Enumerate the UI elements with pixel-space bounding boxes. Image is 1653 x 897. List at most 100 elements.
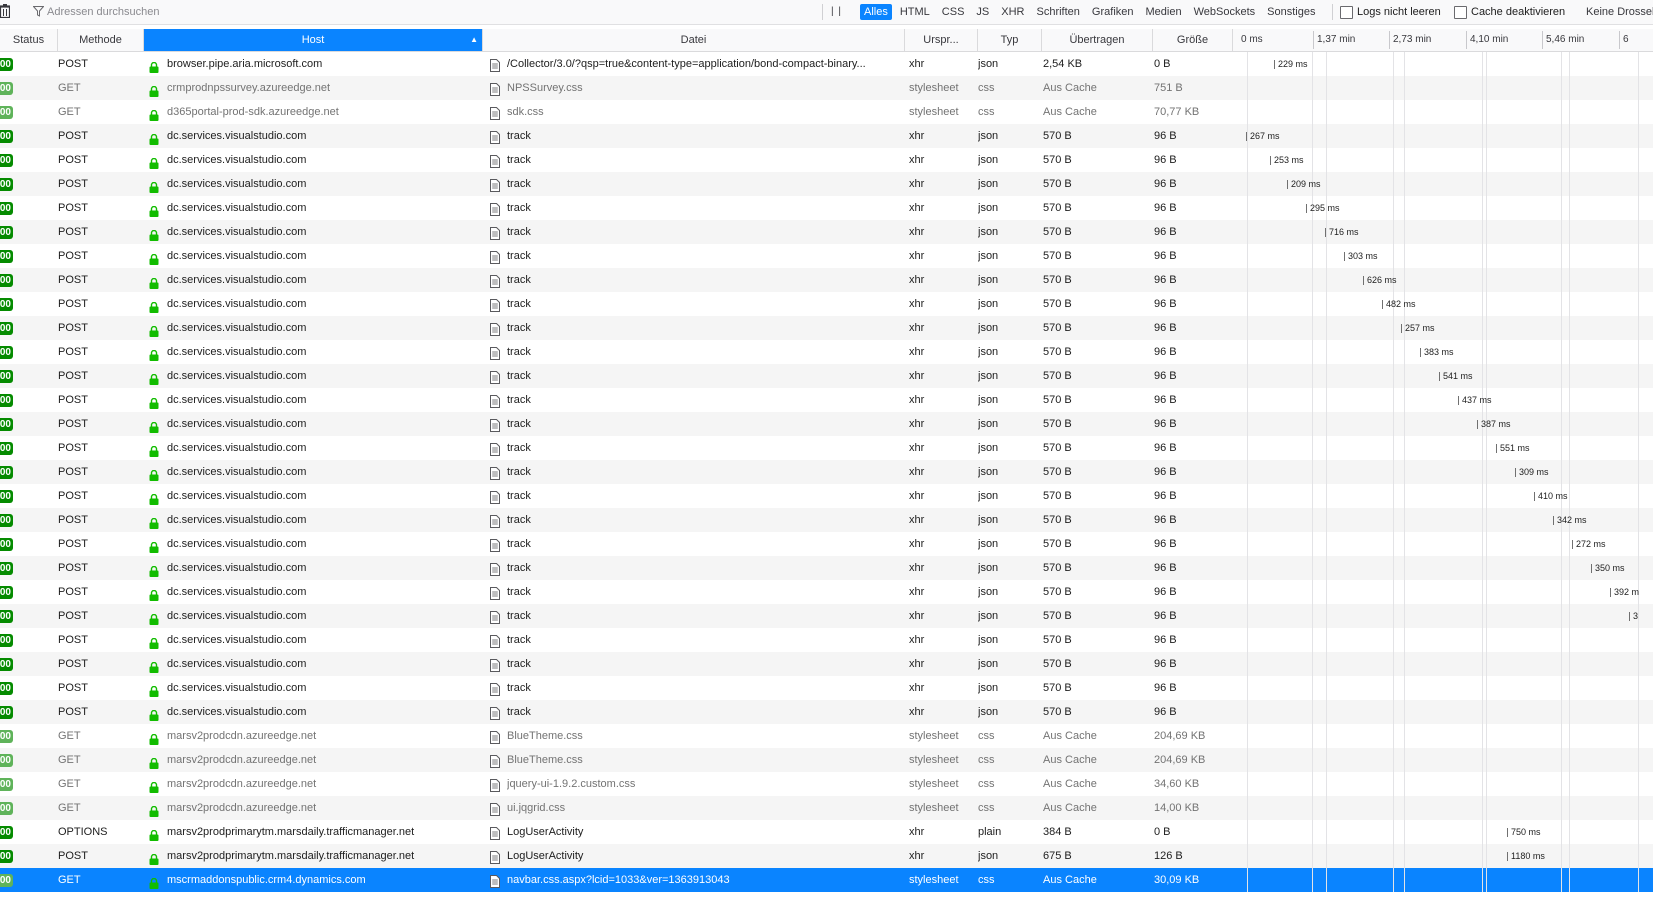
- request-row[interactable]: 200 GET marsv2prodcdn.azureedge.net ui.jqgr…: [0, 796, 1653, 820]
- request-row[interactable]: 200 GET marsv2prodcdn.azureedge.net BlueThe…: [0, 748, 1653, 772]
- waterfall-gridline: [1404, 868, 1405, 892]
- status-cell: 200: [0, 628, 14, 652]
- type-filter-xhr-button[interactable]: XHR: [997, 4, 1028, 20]
- request-row[interactable]: 200 POST dc.services.visualstudio.com track…: [0, 604, 1653, 628]
- waterfall-gridline: [1393, 796, 1394, 820]
- request-row[interactable]: 200 POST dc.services.visualstudio.com track…: [0, 556, 1653, 580]
- pause-button[interactable]: | |: [831, 0, 843, 24]
- type-filter-grafiken-button[interactable]: Grafiken: [1088, 4, 1138, 20]
- cause-cell: stylesheet: [909, 730, 959, 742]
- method-cell: POST: [58, 274, 88, 286]
- transferred-cell: 570 B: [1043, 538, 1072, 550]
- size-cell: 96 B: [1154, 682, 1177, 694]
- host-cell: dc.services.visualstudio.com: [167, 538, 307, 550]
- type-filter-medien-button[interactable]: Medien: [1142, 4, 1186, 20]
- request-row[interactable]: 200 POST dc.services.visualstudio.com track…: [0, 172, 1653, 196]
- request-row[interactable]: 200 POST dc.services.visualstudio.com track…: [0, 460, 1653, 484]
- request-row[interactable]: 200 GET crmprodnpssurvey.azureedge.net NPSS…: [0, 76, 1653, 100]
- waterfall-timing-bar: [1610, 588, 1611, 597]
- request-row[interactable]: 200 POST dc.services.visualstudio.com track…: [0, 652, 1653, 676]
- type-filter-css-button[interactable]: CSS: [938, 4, 969, 20]
- waterfall-gridline: [1247, 748, 1248, 772]
- waterfall-gridline: [1638, 100, 1639, 124]
- waterfall-gridline: [1326, 724, 1327, 748]
- request-row[interactable]: 200 POST dc.services.visualstudio.com track…: [0, 388, 1653, 412]
- request-row[interactable]: 200 POST dc.services.visualstudio.com track…: [0, 364, 1653, 388]
- waterfall-gridline: [1326, 556, 1327, 580]
- type-filter-html-button[interactable]: HTML: [896, 4, 934, 20]
- type-filter-schriften-button[interactable]: Schriften: [1033, 4, 1084, 20]
- request-row[interactable]: 200 POST dc.services.visualstudio.com track…: [0, 316, 1653, 340]
- request-row[interactable]: 200 POST marsv2prodprimarytm.marsdaily.tra…: [0, 844, 1653, 868]
- type-filter-sonstiges-button[interactable]: Sonstiges: [1263, 4, 1319, 20]
- request-row[interactable]: 200 POST dc.services.visualstudio.com track…: [0, 532, 1653, 556]
- file-cell: track: [507, 178, 531, 190]
- column-header-cause[interactable]: Urspr...: [905, 29, 978, 51]
- type-filter-alles-button[interactable]: Alles: [860, 4, 892, 20]
- waterfall-gridline: [1393, 868, 1394, 892]
- column-header-size[interactable]: Größe: [1153, 29, 1233, 51]
- waterfall-gridline: [1312, 700, 1313, 724]
- waterfall-gridline: [1482, 124, 1483, 148]
- lock-icon: [149, 202, 159, 217]
- waterfall-gridline: [1393, 148, 1394, 172]
- column-header-file[interactable]: Datei: [483, 29, 905, 51]
- type-filter-js-button[interactable]: JS: [972, 4, 993, 20]
- waterfall-gridline: [1486, 844, 1487, 868]
- cause-cell: xhr: [909, 250, 925, 262]
- cause-cell: stylesheet: [909, 802, 959, 814]
- waterfall-gridline: [1482, 268, 1483, 292]
- column-header-status[interactable]: Status: [0, 29, 58, 51]
- request-row[interactable]: 200 POST browser.pipe.aria.microsoft.com/C…: [0, 52, 1653, 76]
- transferred-cell: 570 B: [1043, 682, 1072, 694]
- request-row[interactable]: 200 POST dc.services.visualstudio.com track…: [0, 412, 1653, 436]
- waterfall-gridline: [1404, 796, 1405, 820]
- waterfall-gridline: [1482, 820, 1483, 844]
- checkbox-icon[interactable]: [1340, 5, 1353, 19]
- request-row[interactable]: 200 POST dc.services.visualstudio.com track…: [0, 580, 1653, 604]
- transferred-cell: 570 B: [1043, 178, 1072, 190]
- waterfall-gridline: [1326, 700, 1327, 724]
- request-row[interactable]: 200 POST dc.services.visualstudio.com track…: [0, 700, 1653, 724]
- trash-icon[interactable]: [0, 4, 10, 18]
- request-row[interactable]: 200 GET marsv2prodcdn.azureedge.net BlueThe…: [0, 724, 1653, 748]
- waterfall-gridline: [1312, 676, 1313, 700]
- request-row[interactable]: 200 POST dc.services.visualstudio.com track…: [0, 340, 1653, 364]
- request-row[interactable]: 200 POST dc.services.visualstudio.com track…: [0, 508, 1653, 532]
- request-row[interactable]: 200 GET marsv2prodcdn.azureedge.net jquery-…: [0, 772, 1653, 796]
- waterfall-gridline: [1404, 676, 1405, 700]
- request-row[interactable]: 200 POST dc.services.visualstudio.com track…: [0, 268, 1653, 292]
- column-header-method[interactable]: Methode: [58, 29, 144, 51]
- status-badge: 200: [0, 514, 13, 527]
- checkbox-icon[interactable]: [1454, 5, 1467, 19]
- column-header-type[interactable]: Typ: [978, 29, 1042, 51]
- request-row[interactable]: 200 POST dc.services.visualstudio.com track…: [0, 148, 1653, 172]
- type-filter-websockets-button[interactable]: WebSockets: [1190, 4, 1260, 20]
- waterfall-gridline: [1486, 436, 1487, 460]
- file-cell: track: [507, 490, 531, 502]
- waterfall-cell: [1233, 676, 1653, 700]
- waterfall-gridline: [1393, 124, 1394, 148]
- request-row[interactable]: 200 POST dc.services.visualstudio.com track…: [0, 676, 1653, 700]
- request-row[interactable]: 200 POST dc.services.visualstudio.com track…: [0, 244, 1653, 268]
- waterfall-gridline: [1561, 628, 1562, 652]
- column-header-host[interactable]: Host ▲: [144, 29, 483, 51]
- request-row[interactable]: 200 POST dc.services.visualstudio.com track…: [0, 484, 1653, 508]
- file-cell: LogUserActivity: [507, 850, 584, 862]
- request-row[interactable]: 200 POST dc.services.visualstudio.com track…: [0, 124, 1653, 148]
- request-row[interactable]: 200 POST dc.services.visualstudio.com track…: [0, 628, 1653, 652]
- column-header-waterfall[interactable]: 0 ms 1,37 min 2,73 min 4,10 min 5,46 min 6: [1233, 29, 1653, 51]
- url-filter-input[interactable]: [47, 3, 547, 20]
- throttling-select[interactable]: Keine Drosselung: [1586, 0, 1653, 24]
- request-row[interactable]: 200 POST dc.services.visualstudio.com track…: [0, 196, 1653, 220]
- request-row[interactable]: 200 POST dc.services.visualstudio.com track…: [0, 220, 1653, 244]
- request-row[interactable]: 200 GET d365portal-prod-sdk.azureedge.net s…: [0, 100, 1653, 124]
- column-header-transferred[interactable]: Übertragen: [1042, 29, 1153, 51]
- persist-logs-checkbox[interactable]: Logs nicht leeren: [1340, 0, 1441, 24]
- request-row[interactable]: 200 POST dc.services.visualstudio.com track…: [0, 436, 1653, 460]
- waterfall-timing-label: 309 ms: [1519, 467, 1549, 477]
- request-row[interactable]: 200 GET mscrmaddonspublic.crm4.dynamics.co…: [0, 868, 1653, 892]
- request-row[interactable]: 200 POST dc.services.visualstudio.com track…: [0, 292, 1653, 316]
- disable-cache-checkbox[interactable]: Cache deaktivieren: [1454, 0, 1565, 24]
- request-row[interactable]: 200 OPTIONS marsv2prodprimarytm.marsdaily.…: [0, 820, 1653, 844]
